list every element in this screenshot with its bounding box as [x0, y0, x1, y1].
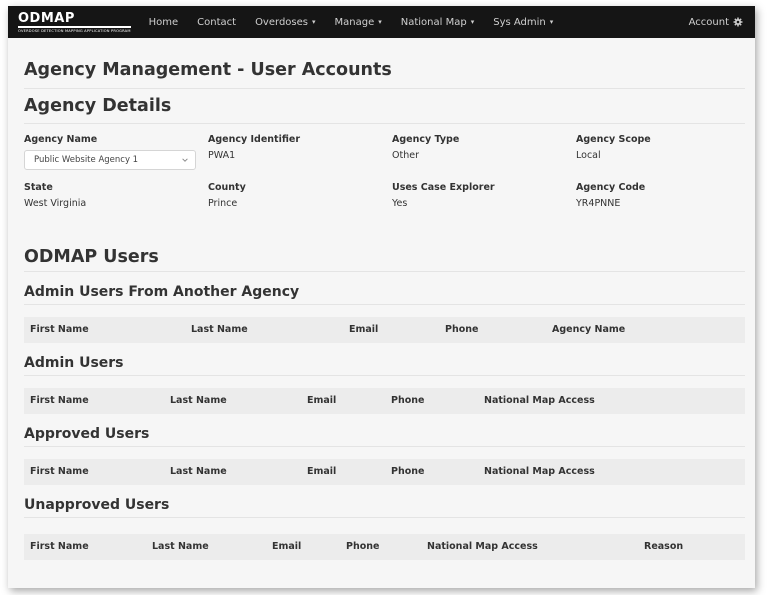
main-content: Agency Management - User Accounts Agency… — [8, 38, 755, 560]
state-label: State — [24, 182, 53, 193]
logo-text: ODMAP — [18, 12, 131, 28]
divider — [24, 123, 745, 124]
nav-home-label: Home — [148, 16, 179, 28]
county-field: County Prince — [208, 182, 392, 230]
col-phone[interactable]: Phone — [391, 466, 424, 477]
agency-code-label: Agency Code — [576, 182, 646, 193]
odmap-logo[interactable]: ODMAP OVERDOSE DETECTION MAPPING APPLICA… — [18, 12, 131, 33]
agency-type-value: Other — [392, 150, 419, 161]
agency-scope-value: Local — [576, 150, 601, 161]
nav-overdoses-label: Overdoses — [255, 16, 308, 28]
admin-users-table-header: First Name Last Name Email Phone Nationa… — [24, 388, 745, 414]
caret-down-icon: ▾ — [311, 18, 316, 26]
col-national-map-access[interactable]: National Map Access — [427, 541, 538, 552]
agency-code-field: Agency Code YR4PNNE — [576, 182, 746, 230]
nav-sys-admin-label: Sys Admin — [493, 16, 546, 28]
caret-down-icon: ▾ — [378, 18, 382, 26]
nav-contact-label: Contact — [197, 16, 237, 28]
nav-national-map-label: National Map — [400, 16, 467, 28]
divider — [24, 375, 745, 376]
admin-users-title: Admin Users — [24, 355, 124, 371]
col-first-name[interactable]: First Name — [30, 324, 89, 335]
nav-manage-label: Manage — [334, 16, 375, 28]
odmap-users-title: ODMAP Users — [24, 247, 159, 267]
col-last-name[interactable]: Last Name — [170, 466, 227, 477]
col-email[interactable]: Email — [307, 395, 336, 406]
divider — [24, 304, 745, 305]
account-label: Account — [688, 16, 729, 28]
nav-national-map[interactable]: National Map ▾ — [401, 17, 474, 28]
approved-users-table-header: First Name Last Name Email Phone Nationa… — [24, 459, 745, 485]
divider — [24, 271, 745, 272]
nav-home[interactable]: Home — [149, 17, 179, 28]
agency-type-field: Agency Type Other — [392, 134, 576, 182]
agency-name-field: Agency Name Public Website Agency 1 — [24, 134, 208, 182]
agency-scope-field: Agency Scope Local — [576, 134, 746, 182]
state-field: State West Virginia — [24, 182, 208, 230]
agency-identifier-label: Agency Identifier — [208, 134, 300, 145]
unapproved-users-title: Unapproved Users — [24, 497, 170, 513]
admin-users-other-agency-table-header: First Name Last Name Email Phone Agency … — [24, 317, 745, 343]
col-national-map-access[interactable]: National Map Access — [484, 466, 595, 477]
agency-identifier-value: PWA1 — [208, 150, 236, 161]
app-window: ODMAP OVERDOSE DETECTION MAPPING APPLICA… — [8, 6, 755, 588]
agency-type-label: Agency Type — [392, 134, 460, 145]
caret-down-icon: ▾ — [470, 18, 475, 26]
logo-subtitle: OVERDOSE DETECTION MAPPING APPLICATION P… — [18, 28, 131, 33]
col-last-name[interactable]: Last Name — [152, 541, 209, 552]
col-email[interactable]: Email — [272, 541, 301, 552]
agency-details-title: Agency Details — [24, 96, 172, 116]
col-email[interactable]: Email — [307, 466, 336, 477]
col-last-name[interactable]: Last Name — [170, 395, 227, 406]
col-first-name[interactable]: First Name — [30, 395, 89, 406]
state-value: West Virginia — [24, 198, 87, 209]
col-national-map-access[interactable]: National Map Access — [484, 395, 595, 406]
account-menu[interactable]: Account — [689, 17, 743, 28]
unapproved-users-table-header: First Name Last Name Email Phone Nationa… — [24, 534, 745, 560]
col-phone[interactable]: Phone — [391, 395, 424, 406]
nav-overdoses[interactable]: Overdoses ▾ — [255, 17, 315, 28]
col-email[interactable]: Email — [349, 324, 378, 335]
case-explorer-value: Yes — [392, 198, 408, 209]
chevron-down-icon — [182, 158, 188, 162]
county-label: County — [208, 182, 246, 193]
col-reason[interactable]: Reason — [644, 541, 683, 552]
agency-name-selected: Public Website Agency 1 — [34, 155, 139, 165]
nav-sys-admin[interactable]: Sys Admin ▾ — [493, 17, 553, 28]
admin-users-other-agency-title: Admin Users From Another Agency — [24, 284, 300, 300]
divider — [24, 517, 745, 518]
agency-identifier-field: Agency Identifier PWA1 — [208, 134, 392, 182]
col-agency-name[interactable]: Agency Name — [552, 324, 625, 335]
page-title: Agency Management - User Accounts — [24, 60, 392, 80]
approved-users-title: Approved Users — [24, 426, 150, 442]
col-phone[interactable]: Phone — [445, 324, 478, 335]
county-value: Prince — [208, 198, 238, 209]
case-explorer-field: Uses Case Explorer Yes — [392, 182, 576, 230]
col-first-name[interactable]: First Name — [30, 541, 89, 552]
top-navbar: ODMAP OVERDOSE DETECTION MAPPING APPLICA… — [8, 6, 755, 38]
case-explorer-label: Uses Case Explorer — [392, 182, 495, 193]
agency-code-value: YR4PNNE — [576, 198, 621, 209]
nav-manage[interactable]: Manage ▾ — [335, 17, 382, 28]
agency-scope-label: Agency Scope — [576, 134, 651, 145]
agency-details-grid: Agency Name Public Website Agency 1 Agen… — [24, 134, 745, 230]
col-last-name[interactable]: Last Name — [191, 324, 248, 335]
col-first-name[interactable]: First Name — [30, 466, 89, 477]
gear-icon — [733, 17, 743, 27]
caret-down-icon: ▾ — [549, 18, 554, 26]
col-phone[interactable]: Phone — [346, 541, 379, 552]
agency-name-label: Agency Name — [24, 134, 98, 145]
nav-contact[interactable]: Contact — [197, 17, 236, 28]
divider — [24, 446, 745, 447]
agency-name-select[interactable]: Public Website Agency 1 — [24, 150, 196, 170]
